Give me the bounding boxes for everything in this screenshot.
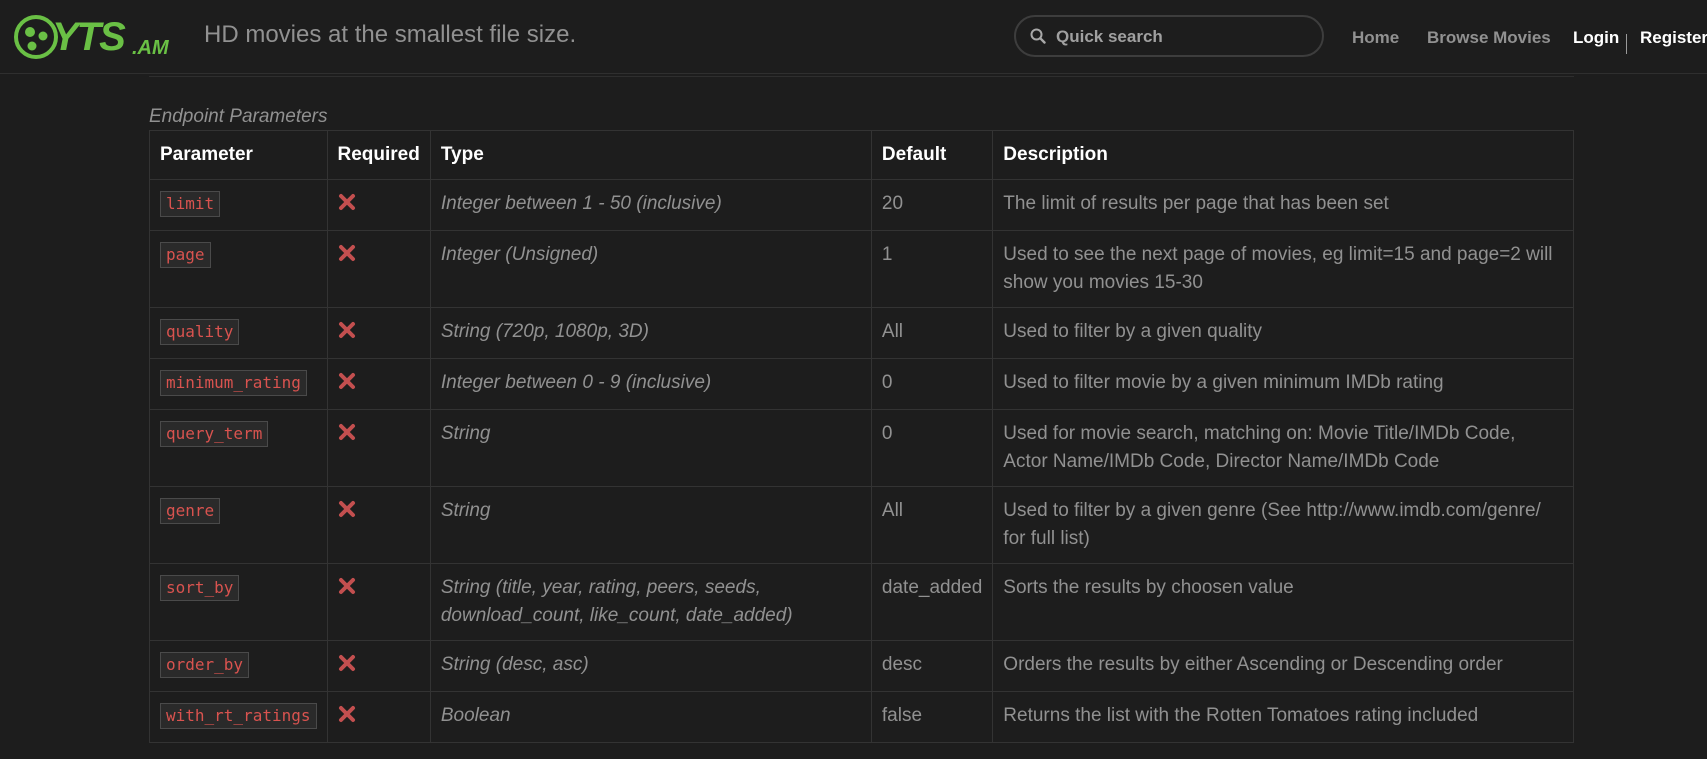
description-cell: Sorts the results by choosen value xyxy=(992,563,1574,641)
table-row: genre String All Used to filter by a given … xyxy=(149,486,1574,564)
description-cell: Used to filter movie by a given minimum … xyxy=(992,358,1574,410)
content-divider xyxy=(149,76,1574,77)
type-cell: String (720p, 1080p, 3D) xyxy=(429,307,872,359)
required-cell xyxy=(326,307,431,359)
required-cell xyxy=(326,179,431,231)
default-cell: All xyxy=(870,486,994,564)
table-row: quality String (720p, 1080p, 3D) All Used t… xyxy=(149,307,1574,359)
nav-home-link[interactable]: Home xyxy=(1352,28,1399,48)
param-cell: minimum_rating xyxy=(149,358,328,410)
nav-login-link[interactable]: Login xyxy=(1573,28,1619,48)
description-cell: Returns the list with the Rotten Tomatoe… xyxy=(992,691,1574,743)
default-cell: 1 xyxy=(870,230,994,308)
param-name: limit xyxy=(160,191,221,217)
table-row: with_rt_ratings Boolean false Returns the l… xyxy=(149,691,1574,743)
type-cell: String (desc, asc) xyxy=(429,640,872,692)
param-cell: sort_by xyxy=(149,563,328,641)
x-icon xyxy=(338,194,355,210)
param-cell: limit xyxy=(149,179,328,231)
param-name: with_rt_ratings xyxy=(160,703,317,729)
endpoint-parameters-table: Parameter Required Type Default Descript… xyxy=(149,130,1574,743)
default-cell: date_added xyxy=(870,563,994,641)
column-header-type: Type xyxy=(429,130,872,180)
x-icon xyxy=(338,322,355,338)
param-name: genre xyxy=(160,498,221,524)
required-cell xyxy=(326,358,431,410)
yts-logo[interactable]: YTS .AM xyxy=(14,8,174,62)
site-tagline: HD movies at the smallest file size. xyxy=(204,21,577,48)
required-cell xyxy=(326,486,431,564)
required-cell xyxy=(326,691,431,743)
param-cell: query_term xyxy=(149,409,328,487)
x-icon xyxy=(338,245,355,261)
site-header: YTS .AM HD movies at the smallest file s… xyxy=(0,0,1707,74)
type-cell: String (title, year, rating, peers, seed… xyxy=(429,563,872,641)
param-name: quality xyxy=(160,319,240,345)
table-row: query_term String 0 Used for movie search, … xyxy=(149,409,1574,487)
default-cell: 0 xyxy=(870,409,994,487)
default-cell: desc xyxy=(870,640,994,692)
type-cell: Integer (Unsigned) xyxy=(429,230,872,308)
type-cell: Integer between 0 - 9 (inclusive) xyxy=(429,358,872,410)
default-cell: All xyxy=(870,307,994,359)
type-cell: String xyxy=(429,486,872,564)
column-header-required: Required xyxy=(326,130,431,180)
default-cell: 20 xyxy=(870,179,994,231)
description-cell: The limit of results per page that has b… xyxy=(992,179,1574,231)
required-cell xyxy=(326,409,431,487)
type-cell: Boolean xyxy=(429,691,872,743)
column-header-description: Description xyxy=(992,130,1574,180)
required-cell xyxy=(326,640,431,692)
description-cell: Used to filter by a given quality xyxy=(992,307,1574,359)
param-cell: page xyxy=(149,230,328,308)
required-cell xyxy=(326,230,431,308)
table-body: limit Integer between 1 - 50 (inclusive) 2… xyxy=(149,179,1574,743)
param-cell: quality xyxy=(149,307,328,359)
param-name: minimum_rating xyxy=(160,370,307,396)
quick-search-box[interactable] xyxy=(1014,15,1324,57)
section-caption: Endpoint Parameters xyxy=(149,106,328,127)
x-icon xyxy=(338,655,355,671)
column-header-parameter: Parameter xyxy=(149,130,328,180)
param-cell: genre xyxy=(149,486,328,564)
search-input[interactable] xyxy=(1054,23,1308,51)
table-header-row: Parameter Required Type Default Descript… xyxy=(149,130,1574,180)
x-icon xyxy=(338,578,355,594)
svg-text:.AM: .AM xyxy=(132,37,170,59)
type-cell: String xyxy=(429,409,872,487)
required-cell xyxy=(326,563,431,641)
type-cell: Integer between 1 - 50 (inclusive) xyxy=(429,179,872,231)
description-cell: Used for movie search, matching on: Movi… xyxy=(992,409,1574,487)
table-row: page Integer (Unsigned) 1 Used to see the n… xyxy=(149,230,1574,308)
param-name: sort_by xyxy=(160,575,240,601)
param-name: order_by xyxy=(160,652,250,678)
table-row: limit Integer between 1 - 50 (inclusive) 2… xyxy=(149,179,1574,231)
table-row: sort_by String (title, year, rating, peer… xyxy=(149,563,1574,641)
param-cell: order_by xyxy=(149,640,328,692)
nav-register-link[interactable]: Register xyxy=(1640,28,1707,48)
default-cell: 0 xyxy=(870,358,994,410)
table-row: order_by String (desc, asc) desc Orders the… xyxy=(149,640,1574,692)
param-name: page xyxy=(160,242,211,268)
x-icon xyxy=(338,373,355,389)
description-cell: Used to see the next page of movies, eg … xyxy=(992,230,1574,308)
default-cell: false xyxy=(870,691,994,743)
column-header-default: Default xyxy=(870,130,994,180)
description-cell: Orders the results by either Ascending o… xyxy=(992,640,1574,692)
svg-text:YTS: YTS xyxy=(52,15,126,59)
x-icon xyxy=(338,424,355,440)
x-icon xyxy=(338,501,355,517)
search-icon xyxy=(1030,28,1046,44)
param-name: query_term xyxy=(160,421,269,447)
nav-divider xyxy=(1626,34,1627,54)
param-cell: with_rt_ratings xyxy=(149,691,328,743)
nav-browse-movies-link[interactable]: Browse Movies xyxy=(1427,28,1551,48)
description-cell: Used to filter by a given genre (See htt… xyxy=(992,486,1574,564)
x-icon xyxy=(338,706,355,722)
table-row: minimum_rating Integer between 0 - 9 (inc… xyxy=(149,358,1574,410)
